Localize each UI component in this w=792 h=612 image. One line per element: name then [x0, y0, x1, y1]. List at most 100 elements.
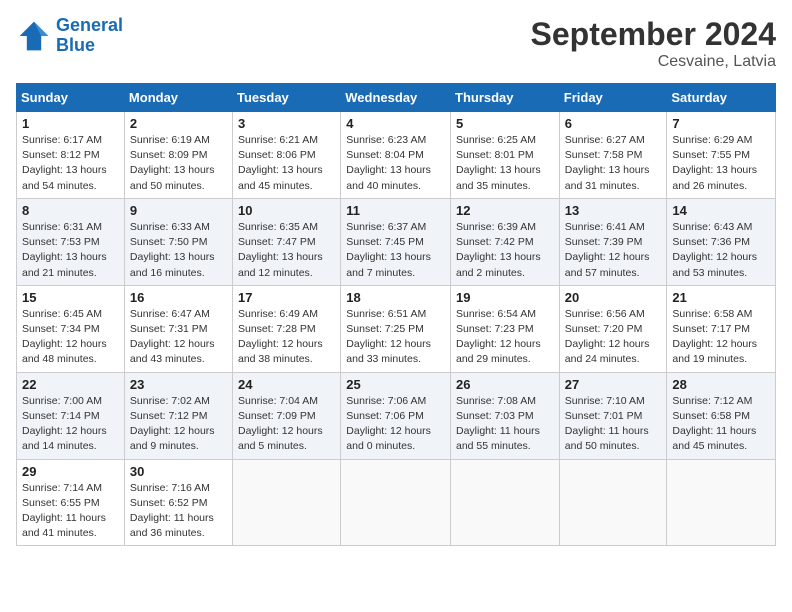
day-number: 25: [346, 377, 445, 392]
day-detail: Sunrise: 6:49 AMSunset: 7:28 PMDaylight:…: [238, 307, 335, 368]
calendar-week-row: 22 Sunrise: 7:00 AMSunset: 7:14 PMDaylig…: [17, 372, 776, 459]
day-number: 12: [456, 203, 554, 218]
calendar-cell: 29 Sunrise: 7:14 AMSunset: 6:55 PMDaylig…: [17, 459, 125, 546]
day-number: 4: [346, 116, 445, 131]
weekday-header: Monday: [124, 84, 232, 112]
calendar-cell: 15 Sunrise: 6:45 AMSunset: 7:34 PMDaylig…: [17, 285, 125, 372]
day-number: 6: [565, 116, 662, 131]
day-detail: Sunrise: 6:43 AMSunset: 7:36 PMDaylight:…: [672, 220, 770, 281]
title-block: September 2024 Cesvaine, Latvia: [531, 16, 776, 71]
calendar-cell: 28 Sunrise: 7:12 AMSunset: 6:58 PMDaylig…: [667, 372, 776, 459]
day-detail: Sunrise: 6:27 AMSunset: 7:58 PMDaylight:…: [565, 133, 662, 194]
calendar-cell: [667, 459, 776, 546]
calendar-cell: 23 Sunrise: 7:02 AMSunset: 7:12 PMDaylig…: [124, 372, 232, 459]
day-number: 24: [238, 377, 335, 392]
weekday-header: Wednesday: [341, 84, 451, 112]
day-detail: Sunrise: 6:51 AMSunset: 7:25 PMDaylight:…: [346, 307, 445, 368]
weekday-header: Thursday: [451, 84, 560, 112]
logo-icon: [16, 18, 52, 54]
day-number: 8: [22, 203, 119, 218]
day-detail: Sunrise: 7:02 AMSunset: 7:12 PMDaylight:…: [130, 394, 227, 455]
calendar-cell: 4 Sunrise: 6:23 AMSunset: 8:04 PMDayligh…: [341, 112, 451, 199]
day-detail: Sunrise: 7:06 AMSunset: 7:06 PMDaylight:…: [346, 394, 445, 455]
calendar-cell: 30 Sunrise: 7:16 AMSunset: 6:52 PMDaylig…: [124, 459, 232, 546]
calendar-cell: [341, 459, 451, 546]
day-detail: Sunrise: 6:33 AMSunset: 7:50 PMDaylight:…: [130, 220, 227, 281]
day-detail: Sunrise: 6:37 AMSunset: 7:45 PMDaylight:…: [346, 220, 445, 281]
day-number: 5: [456, 116, 554, 131]
calendar-cell: 12 Sunrise: 6:39 AMSunset: 7:42 PMDaylig…: [451, 198, 560, 285]
location: Cesvaine, Latvia: [531, 53, 776, 71]
day-detail: Sunrise: 6:56 AMSunset: 7:20 PMDaylight:…: [565, 307, 662, 368]
day-detail: Sunrise: 6:29 AMSunset: 7:55 PMDaylight:…: [672, 133, 770, 194]
day-number: 10: [238, 203, 335, 218]
calendar-cell: 25 Sunrise: 7:06 AMSunset: 7:06 PMDaylig…: [341, 372, 451, 459]
weekday-header: Saturday: [667, 84, 776, 112]
day-number: 26: [456, 377, 554, 392]
day-number: 27: [565, 377, 662, 392]
day-number: 29: [22, 464, 119, 479]
day-detail: Sunrise: 7:08 AMSunset: 7:03 PMDaylight:…: [456, 394, 554, 455]
day-detail: Sunrise: 6:58 AMSunset: 7:17 PMDaylight:…: [672, 307, 770, 368]
calendar-week-row: 29 Sunrise: 7:14 AMSunset: 6:55 PMDaylig…: [17, 459, 776, 546]
day-detail: Sunrise: 6:23 AMSunset: 8:04 PMDaylight:…: [346, 133, 445, 194]
day-number: 7: [672, 116, 770, 131]
day-number: 18: [346, 290, 445, 305]
day-detail: Sunrise: 6:17 AMSunset: 8:12 PMDaylight:…: [22, 133, 119, 194]
day-detail: Sunrise: 6:39 AMSunset: 7:42 PMDaylight:…: [456, 220, 554, 281]
calendar-cell: 5 Sunrise: 6:25 AMSunset: 8:01 PMDayligh…: [451, 112, 560, 199]
day-detail: Sunrise: 7:04 AMSunset: 7:09 PMDaylight:…: [238, 394, 335, 455]
calendar-cell: [451, 459, 560, 546]
day-number: 14: [672, 203, 770, 218]
day-detail: Sunrise: 6:45 AMSunset: 7:34 PMDaylight:…: [22, 307, 119, 368]
calendar-cell: 22 Sunrise: 7:00 AMSunset: 7:14 PMDaylig…: [17, 372, 125, 459]
calendar-cell: 7 Sunrise: 6:29 AMSunset: 7:55 PMDayligh…: [667, 112, 776, 199]
calendar-cell: 16 Sunrise: 6:47 AMSunset: 7:31 PMDaylig…: [124, 285, 232, 372]
day-number: 28: [672, 377, 770, 392]
calendar-week-row: 8 Sunrise: 6:31 AMSunset: 7:53 PMDayligh…: [17, 198, 776, 285]
logo: General Blue: [16, 16, 123, 56]
calendar-table: SundayMondayTuesdayWednesdayThursdayFrid…: [16, 83, 776, 546]
calendar-week-row: 1 Sunrise: 6:17 AMSunset: 8:12 PMDayligh…: [17, 112, 776, 199]
day-number: 17: [238, 290, 335, 305]
weekday-header: Tuesday: [233, 84, 341, 112]
day-detail: Sunrise: 6:19 AMSunset: 8:09 PMDaylight:…: [130, 133, 227, 194]
day-number: 30: [130, 464, 227, 479]
day-detail: Sunrise: 6:25 AMSunset: 8:01 PMDaylight:…: [456, 133, 554, 194]
day-number: 16: [130, 290, 227, 305]
day-detail: Sunrise: 7:12 AMSunset: 6:58 PMDaylight:…: [672, 394, 770, 455]
calendar-cell: 9 Sunrise: 6:33 AMSunset: 7:50 PMDayligh…: [124, 198, 232, 285]
calendar-cell: 17 Sunrise: 6:49 AMSunset: 7:28 PMDaylig…: [233, 285, 341, 372]
calendar-cell: 24 Sunrise: 7:04 AMSunset: 7:09 PMDaylig…: [233, 372, 341, 459]
day-number: 11: [346, 203, 445, 218]
day-detail: Sunrise: 6:47 AMSunset: 7:31 PMDaylight:…: [130, 307, 227, 368]
day-detail: Sunrise: 6:21 AMSunset: 8:06 PMDaylight:…: [238, 133, 335, 194]
calendar-cell: 13 Sunrise: 6:41 AMSunset: 7:39 PMDaylig…: [559, 198, 667, 285]
calendar-cell: [559, 459, 667, 546]
calendar-cell: 10 Sunrise: 6:35 AMSunset: 7:47 PMDaylig…: [233, 198, 341, 285]
day-number: 3: [238, 116, 335, 131]
day-number: 21: [672, 290, 770, 305]
day-detail: Sunrise: 7:00 AMSunset: 7:14 PMDaylight:…: [22, 394, 119, 455]
day-detail: Sunrise: 7:10 AMSunset: 7:01 PMDaylight:…: [565, 394, 662, 455]
calendar-cell: 6 Sunrise: 6:27 AMSunset: 7:58 PMDayligh…: [559, 112, 667, 199]
calendar-cell: 1 Sunrise: 6:17 AMSunset: 8:12 PMDayligh…: [17, 112, 125, 199]
calendar-cell: 27 Sunrise: 7:10 AMSunset: 7:01 PMDaylig…: [559, 372, 667, 459]
page-header: General Blue September 2024 Cesvaine, La…: [16, 16, 776, 71]
calendar-cell: 19 Sunrise: 6:54 AMSunset: 7:23 PMDaylig…: [451, 285, 560, 372]
weekday-header: Sunday: [17, 84, 125, 112]
day-number: 19: [456, 290, 554, 305]
weekday-header: Friday: [559, 84, 667, 112]
day-number: 15: [22, 290, 119, 305]
calendar-cell: 26 Sunrise: 7:08 AMSunset: 7:03 PMDaylig…: [451, 372, 560, 459]
day-detail: Sunrise: 6:31 AMSunset: 7:53 PMDaylight:…: [22, 220, 119, 281]
calendar-cell: 14 Sunrise: 6:43 AMSunset: 7:36 PMDaylig…: [667, 198, 776, 285]
calendar-cell: 18 Sunrise: 6:51 AMSunset: 7:25 PMDaylig…: [341, 285, 451, 372]
day-number: 9: [130, 203, 227, 218]
day-detail: Sunrise: 7:14 AMSunset: 6:55 PMDaylight:…: [22, 481, 119, 542]
day-number: 13: [565, 203, 662, 218]
calendar-cell: 21 Sunrise: 6:58 AMSunset: 7:17 PMDaylig…: [667, 285, 776, 372]
calendar-week-row: 15 Sunrise: 6:45 AMSunset: 7:34 PMDaylig…: [17, 285, 776, 372]
calendar-cell: 2 Sunrise: 6:19 AMSunset: 8:09 PMDayligh…: [124, 112, 232, 199]
day-number: 2: [130, 116, 227, 131]
